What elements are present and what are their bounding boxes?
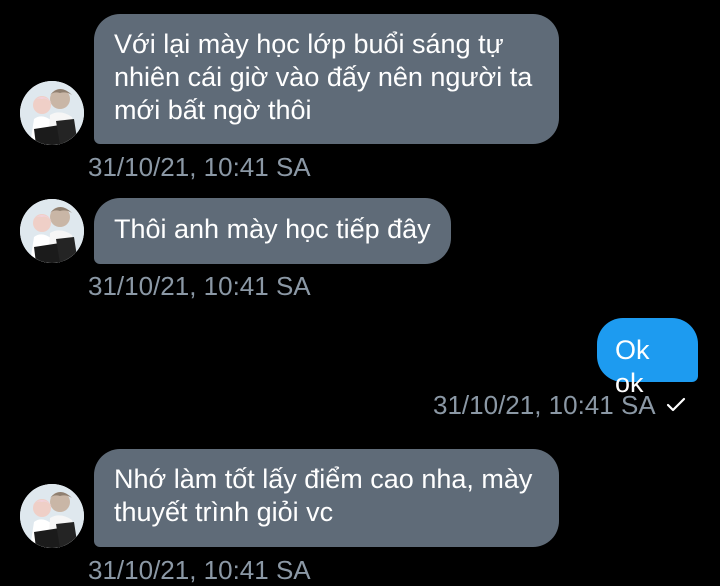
sender-avatar[interactable] <box>20 484 84 548</box>
message-text: Ok ok <box>615 335 650 398</box>
message-text: Với lại mày học lớp buổi sáng tự nhiên c… <box>114 29 533 125</box>
message-bubble-4[interactable]: Nhớ làm tốt lấy điểm cao nha, mày thuyết… <box>94 449 559 547</box>
message-timestamp: 31/10/21, 10:41 SA <box>88 555 311 585</box>
message-bubble-3[interactable]: Ok ok <box>597 318 698 398</box>
message-text: Thôi anh mày học tiếp đây <box>114 214 431 244</box>
message-bubble-2[interactable]: Thôi anh mày học tiếp đây <box>94 198 451 264</box>
sender-avatar[interactable] <box>20 81 84 145</box>
avatar-image <box>20 81 84 145</box>
message-timestamp: 31/10/21, 10:41 SA <box>433 390 686 420</box>
sender-avatar[interactable] <box>20 199 84 263</box>
avatar-image <box>20 199 84 263</box>
message-timestamp: 31/10/21, 10:41 SA <box>88 152 311 182</box>
message-bubble-1[interactable]: Với lại mày học lớp buổi sáng tự nhiên c… <box>94 14 559 144</box>
check-icon <box>666 389 686 419</box>
message-time-text: 31/10/21, 10:41 SA <box>433 390 656 420</box>
message-text: Nhớ làm tốt lấy điểm cao nha, mày thuyết… <box>114 464 533 527</box>
message-timestamp: 31/10/21, 10:41 SA <box>88 271 311 301</box>
avatar-image <box>20 484 84 548</box>
